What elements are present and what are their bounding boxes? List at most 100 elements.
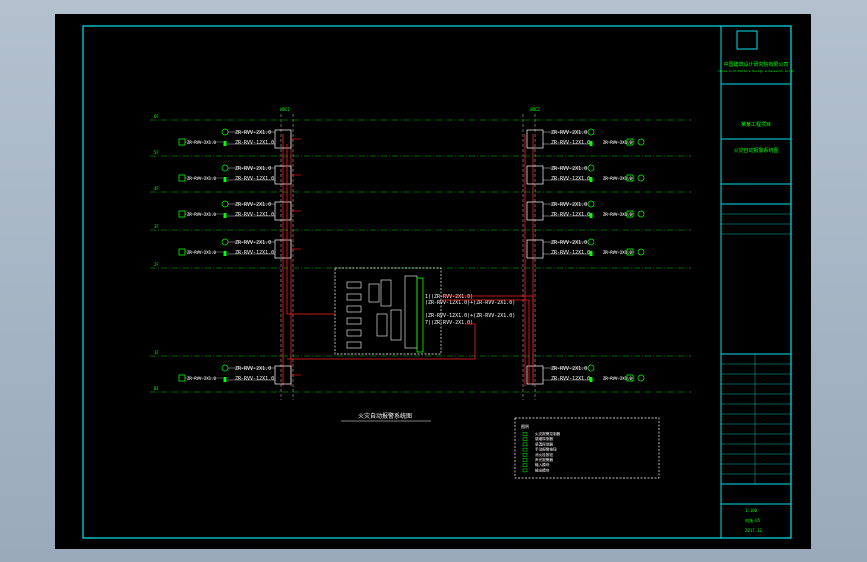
floor-label: 4F <box>154 186 159 191</box>
cable-spec: ZR-RVV-2X1.0 <box>551 166 587 172</box>
floor-label: B1 <box>154 386 159 391</box>
bus-spec: ZR-RVV-12X1.0 <box>235 212 274 218</box>
drawing-sheet: 中国建筑设计研究院有限公司 China Architecture Design … <box>55 14 811 549</box>
company-name-en: China Architecture Design & Research Gro… <box>718 69 794 73</box>
title-block-rows <box>721 213 791 484</box>
branch-spec: ZR-RVV-2X1.0 <box>187 250 216 255</box>
branch-spec: ZR-RVV-2X1.0 <box>603 212 632 217</box>
bus-spec: ZR-RVV-12X1.0 <box>551 140 590 146</box>
panel-module <box>346 317 362 325</box>
risers <box>280 114 536 400</box>
panel-terminal <box>368 283 380 303</box>
bus-spec: ZR-RVV-12X1.0 <box>235 176 274 182</box>
module-icon <box>589 213 593 218</box>
cable-spec: ZR-RVV-2X1.0 <box>235 130 271 136</box>
cable-spec: ZR-RVV-2X1.0 <box>235 366 271 372</box>
legend-symbol-icon <box>522 463 528 467</box>
drawing-title: 火灾自动报警系统图 <box>733 147 778 154</box>
sheet-number: 电施-05 <box>745 517 761 523</box>
floor-label: 2F <box>154 262 159 267</box>
legend-item-label: 消火栓按钮 <box>535 452 553 457</box>
smoke-detector-icon <box>221 200 229 208</box>
bus-spec: ZR-RVV-12X1.0 <box>551 376 590 382</box>
smoke-detector-icon <box>587 200 595 208</box>
right-floor-row: ZR-RVV-2X1.0 ZR-RVV-12X1.0 ZR-RVV-2X1.0 <box>526 164 645 185</box>
module-icon <box>589 251 593 256</box>
legend-items: 火灾报警控制器感烟探测器感温探测器手动报警按钮消火栓按钮声光报警器输入模块输出模… <box>522 431 561 473</box>
panel-internal-modules <box>346 275 424 353</box>
right-floor-row: ZR-RVV-2X1.0 ZR-RVV-12X1.0 ZR-RVV-2X1.0 <box>526 364 645 385</box>
legend: 图例 火灾报警控制器感烟探测器感温探测器手动报警按钮消火栓按钮声光报警器输入模块… <box>514 417 660 479</box>
module-icon <box>589 377 593 382</box>
floor-label: 1F <box>154 350 159 355</box>
alarm-bell-icon <box>637 174 645 182</box>
branch-spec: ZR-RVV-2X1.0 <box>603 250 632 255</box>
panel-dashed-outline <box>334 267 442 355</box>
module-icon <box>223 377 227 382</box>
panel-module <box>346 305 362 313</box>
left-riser-label: WDC1 <box>280 107 290 112</box>
legend-item-label: 输出模块 <box>535 467 550 472</box>
bus-spec: ZR-RVV-12X1.0 <box>551 250 590 256</box>
module-icon <box>223 141 227 146</box>
branch-spec: ZR-RVV-2X1.0 <box>187 376 216 381</box>
bus-spec: ZR-RVV-12X1.0 <box>551 212 590 218</box>
floor-label: 5F <box>154 150 159 155</box>
manual-call-point-icon <box>178 138 186 146</box>
fire-alarm-system-diagram: 中国建筑设计研究院有限公司 China Architecture Design … <box>82 25 794 539</box>
panel-module <box>346 293 362 301</box>
cable-spec: ZR-RVV-2X1.0 <box>235 166 271 172</box>
legend-symbol-icon <box>522 432 528 436</box>
right-floor-row: ZR-RVV-2X1.0 ZR-RVV-12X1.0 ZR-RVV-2X1.0 <box>526 238 645 259</box>
company-logo <box>736 30 758 50</box>
right-floor-row: ZR-RVV-2X1.0 ZR-RVV-12X1.0 ZR-RVV-2X1.0 <box>526 200 645 221</box>
branch-spec: ZR-RVV-2X1.0 <box>187 212 216 217</box>
panel-terminal <box>390 309 402 341</box>
manual-call-point-icon <box>178 174 186 182</box>
center-note-3: (ZR-RVV-12X1.0)+(ZR-RVV-2X1.0) <box>425 313 515 319</box>
module-icon <box>223 251 227 256</box>
floor-label: 6F <box>154 114 159 119</box>
cable-spec: ZR-RVV-2X1.0 <box>235 240 271 246</box>
legend-symbol-icon <box>522 468 528 473</box>
diagram-caption: 火灾自动报警系统图 <box>358 412 412 420</box>
project-name: 某某工程项目 <box>741 121 771 128</box>
bus-spec: ZR-RVV-12X1.0 <box>235 376 274 382</box>
manual-call-point-icon <box>178 248 186 256</box>
panel-terminal <box>380 279 392 307</box>
drawing-date: 2017.12 <box>745 528 762 533</box>
legend-item-label: 手动报警按钮 <box>535 447 557 452</box>
legend-symbol-icon <box>522 447 528 452</box>
legend-item-label: 输入模块 <box>535 462 550 467</box>
legend-item-label: 声光报警器 <box>535 457 553 462</box>
manual-call-point-icon <box>178 374 186 382</box>
bus-spec: ZR-RVV-12X1.0 <box>235 140 274 146</box>
legend-symbol-icon <box>522 458 528 462</box>
panel-module <box>346 329 362 337</box>
alarm-bell-icon <box>637 210 645 218</box>
cable-spec: ZR-RVV-2X1.0 <box>551 202 587 208</box>
branch-spec: ZR-RVV-2X1.0 <box>187 176 216 181</box>
legend-symbol-icon <box>522 442 528 447</box>
smoke-detector-icon <box>221 164 229 172</box>
cable-spec: ZR-RVV-2X1.0 <box>551 240 587 246</box>
cad-viewport[interactable]: 中国建筑设计研究院有限公司 China Architecture Design … <box>0 0 867 562</box>
right-riser-label: WDC2 <box>530 107 540 112</box>
outer-border <box>82 25 792 539</box>
fire-alarm-control-panel: 1)(ZR-RVV-2X1.0) (ZR-RVV-12X1.0)+(ZR-RVV… <box>334 267 515 355</box>
cable-spec: ZR-RVV-2X1.0 <box>551 366 587 372</box>
module-icon <box>223 177 227 182</box>
legend-symbol-icon <box>522 453 528 457</box>
legend-title: 图例 <box>521 423 529 429</box>
legend-item-label: 感烟探测器 <box>535 436 553 441</box>
center-note-2: (ZR-RVV-12X1.0)+(ZR-RVV-2X1.0) <box>425 300 515 306</box>
manual-call-point-icon <box>178 210 186 218</box>
legend-item-label: 火灾报警控制器 <box>535 431 561 436</box>
bus-spec: ZR-RVV-12X1.0 <box>235 250 274 256</box>
alarm-bell-icon <box>637 138 645 146</box>
cable-spec: ZR-RVV-2X1.0 <box>551 130 587 136</box>
title-block: 中国建筑设计研究院有限公司 China Architecture Design … <box>718 30 794 533</box>
smoke-detector-icon <box>587 128 595 136</box>
branch-spec: ZR-RVV-2X1.0 <box>603 140 632 145</box>
smoke-detector-icon <box>587 238 595 246</box>
